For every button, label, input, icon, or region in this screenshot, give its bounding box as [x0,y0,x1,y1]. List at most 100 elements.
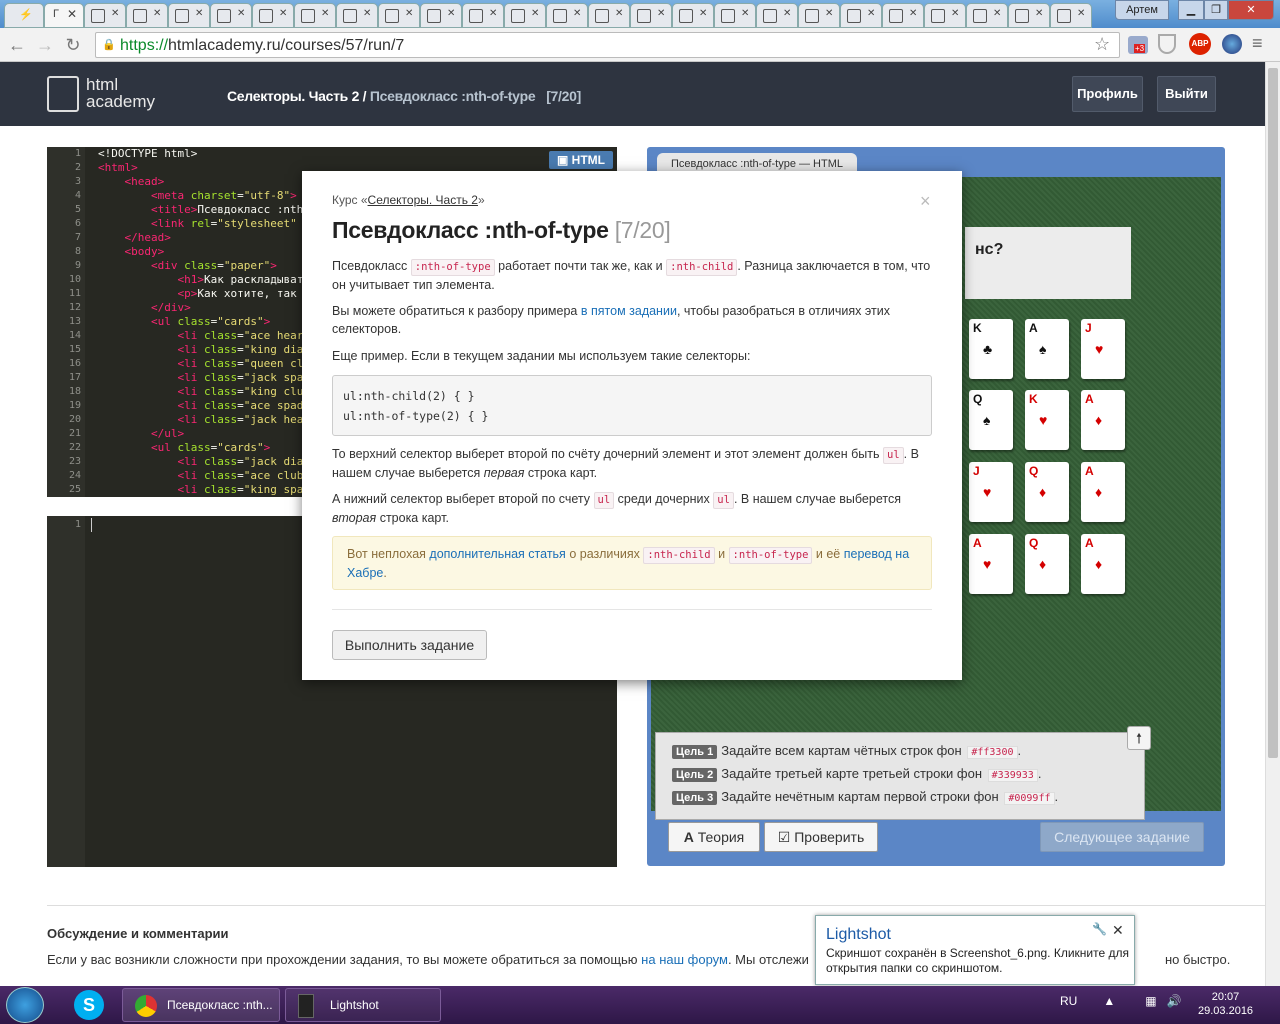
tab-close-icon[interactable]: ✕ [405,8,413,19]
task5-link[interactable]: в пятом задании [581,304,677,318]
reload-icon[interactable]: ↻ [62,34,84,56]
wrench-icon[interactable]: 🔧 [1092,922,1107,936]
browser-tab[interactable]: ✕ [840,3,882,28]
tab-close-icon[interactable]: ✕ [363,8,371,19]
collapse-arrow-icon[interactable]: 🠕 [1127,726,1151,750]
language-indicator[interactable]: RU [1060,994,1077,1008]
menu-icon[interactable]: ≡ [1252,33,1263,54]
tab-close-icon[interactable]: ✕ [951,8,959,19]
next-task-button[interactable]: Следующее задание [1040,822,1204,852]
check-button[interactable]: ☑ Проверить [764,822,878,852]
browser-tab[interactable]: ✕ [714,3,756,28]
taskbar-lightshot[interactable]: Lightshot [285,988,441,1022]
tab-close-icon[interactable]: ✕ [993,8,1001,19]
tab-close-icon[interactable]: ✕ [867,8,875,19]
academy-favicon-icon [847,9,861,23]
tab-close-icon[interactable]: ✕ [1077,8,1085,19]
lightshot-notification[interactable]: Lightshot ✕ 🔧 Скриншот сохранён в Screen… [815,915,1135,985]
browser-tab[interactable]: ✕ [126,3,168,28]
browser-tab[interactable]: ✕ [1050,3,1092,28]
browser-tab[interactable]: ✕ [210,3,252,28]
close-icon[interactable]: ✕ [1112,922,1124,939]
close-icon[interactable]: × [920,191,931,212]
run-task-button[interactable]: Выполнить задание [332,630,487,660]
user-profile-button[interactable]: Артем [1115,0,1169,20]
clock[interactable]: 20:07 29.03.2016 [1198,990,1253,1018]
browser-tab[interactable]: ⚡ [4,3,44,28]
browser-tab[interactable]: ✕ [672,3,714,28]
academy-logo-icon[interactable] [47,76,79,112]
tab-close-icon[interactable]: ✕ [657,8,665,19]
maximize-button[interactable]: ❐ [1204,0,1228,20]
line-number: 25 [68,484,81,495]
goal-2: Цель 2 Задайте третьей карте третьей стро… [672,766,1041,782]
browser-tab[interactable]: ✕ [504,3,546,28]
browser-tab[interactable]: ✕ [924,3,966,28]
theory-button[interactable]: A Теория [668,822,760,852]
tab-close-icon[interactable]: ✕ [111,8,119,19]
browser-tab[interactable]: ✕ [756,3,798,28]
article-link[interactable]: дополнительная статья [429,547,565,561]
browser-tab[interactable]: ✕ [462,3,504,28]
back-icon[interactable]: ← [6,34,28,56]
forward-icon[interactable]: → [34,34,56,56]
skype-icon[interactable]: S [74,990,104,1020]
browser-tab[interactable]: ✕ [1008,3,1050,28]
start-button[interactable] [6,987,44,1023]
browser-tab[interactable]: ✕ [588,3,630,28]
browser-tab[interactable]: ✕ [252,3,294,28]
profile-button[interactable]: Профиль [1072,76,1143,112]
forum-link[interactable]: на наш форум [641,952,728,967]
browser-tab[interactable]: ✕ [798,3,840,28]
logout-button[interactable]: Выйти [1157,76,1216,112]
browser-tab[interactable]: ✕ [420,3,462,28]
tab-close-icon[interactable]: ✕ [825,8,833,19]
tab-close-icon[interactable]: ✕ [1035,8,1043,19]
browser-tab[interactable]: ✕ [168,3,210,28]
network-icon[interactable]: ▦ [1145,994,1156,1008]
globe-icon[interactable] [1222,34,1242,54]
browser-tab[interactable]: ✕ [84,3,126,28]
logo-text[interactable]: html academy [86,76,155,110]
minimize-button[interactable]: ▁ [1178,0,1204,20]
tab-close-icon[interactable]: ✕ [573,8,581,19]
tab-close-icon[interactable]: ✕ [195,8,203,19]
adblock-icon[interactable]: ABP [1189,33,1211,55]
tab-close-icon[interactable]: ✕ [237,8,245,19]
window-close-button[interactable]: ✕ [1228,0,1274,20]
breadcrumb-course[interactable]: Селекторы. Часть 2 / [227,88,367,104]
code-line: <link rel="stylesheet" [150,217,297,230]
tab-close-icon[interactable]: ✕ [321,8,329,19]
browser-tab[interactable]: ✕ [546,3,588,28]
modal-title: Псевдокласс :nth-of-type [7/20] [332,217,671,243]
browser-tab[interactable]: ✕ [378,3,420,28]
browser-tab[interactable]: ✕ [882,3,924,28]
tab-close-icon[interactable]: ✕ [741,8,749,19]
tab-close-icon[interactable]: ✕ [699,8,707,19]
page-scrollbar[interactable] [1265,62,1280,986]
course-link[interactable]: Селекторы. Часть 2 [368,193,478,207]
browser-tab[interactable]: ✕ [336,3,378,28]
tab-close-icon[interactable]: ✕ [783,8,791,19]
tray-arrow-icon[interactable]: ▲ [1103,994,1115,1008]
browser-tab-active[interactable]: Г ✕ [44,3,84,28]
tab-close-icon[interactable]: ✕ [909,8,917,19]
browser-tab[interactable]: ✕ [630,3,672,28]
tab-close-icon[interactable]: ✕ [489,8,497,19]
tab-close-icon[interactable]: ✕ [153,8,161,19]
tab-close-icon[interactable]: ✕ [67,7,77,21]
tab-close-icon[interactable]: ✕ [615,8,623,19]
address-bar[interactable]: 🔒 https://htmlacademy.ru/courses/57/run/… [95,32,1120,58]
tab-close-icon[interactable]: ✕ [531,8,539,19]
browser-tab[interactable]: ✕ [966,3,1008,28]
academy-favicon-icon [91,9,105,23]
volume-icon[interactable]: 🔊 [1167,994,1182,1008]
scrollbar-thumb[interactable] [1268,68,1278,758]
bookmark-star-icon[interactable]: ☆ [1094,34,1110,55]
shield-icon[interactable] [1158,34,1176,54]
browser-tab[interactable]: ✕ [294,3,336,28]
tab-close-icon[interactable]: ✕ [447,8,455,19]
extension-cloud-icon[interactable]: +3 [1128,36,1148,54]
tab-close-icon[interactable]: ✕ [279,8,287,19]
taskbar-chrome[interactable]: Псевдокласс :nth... [122,988,280,1022]
